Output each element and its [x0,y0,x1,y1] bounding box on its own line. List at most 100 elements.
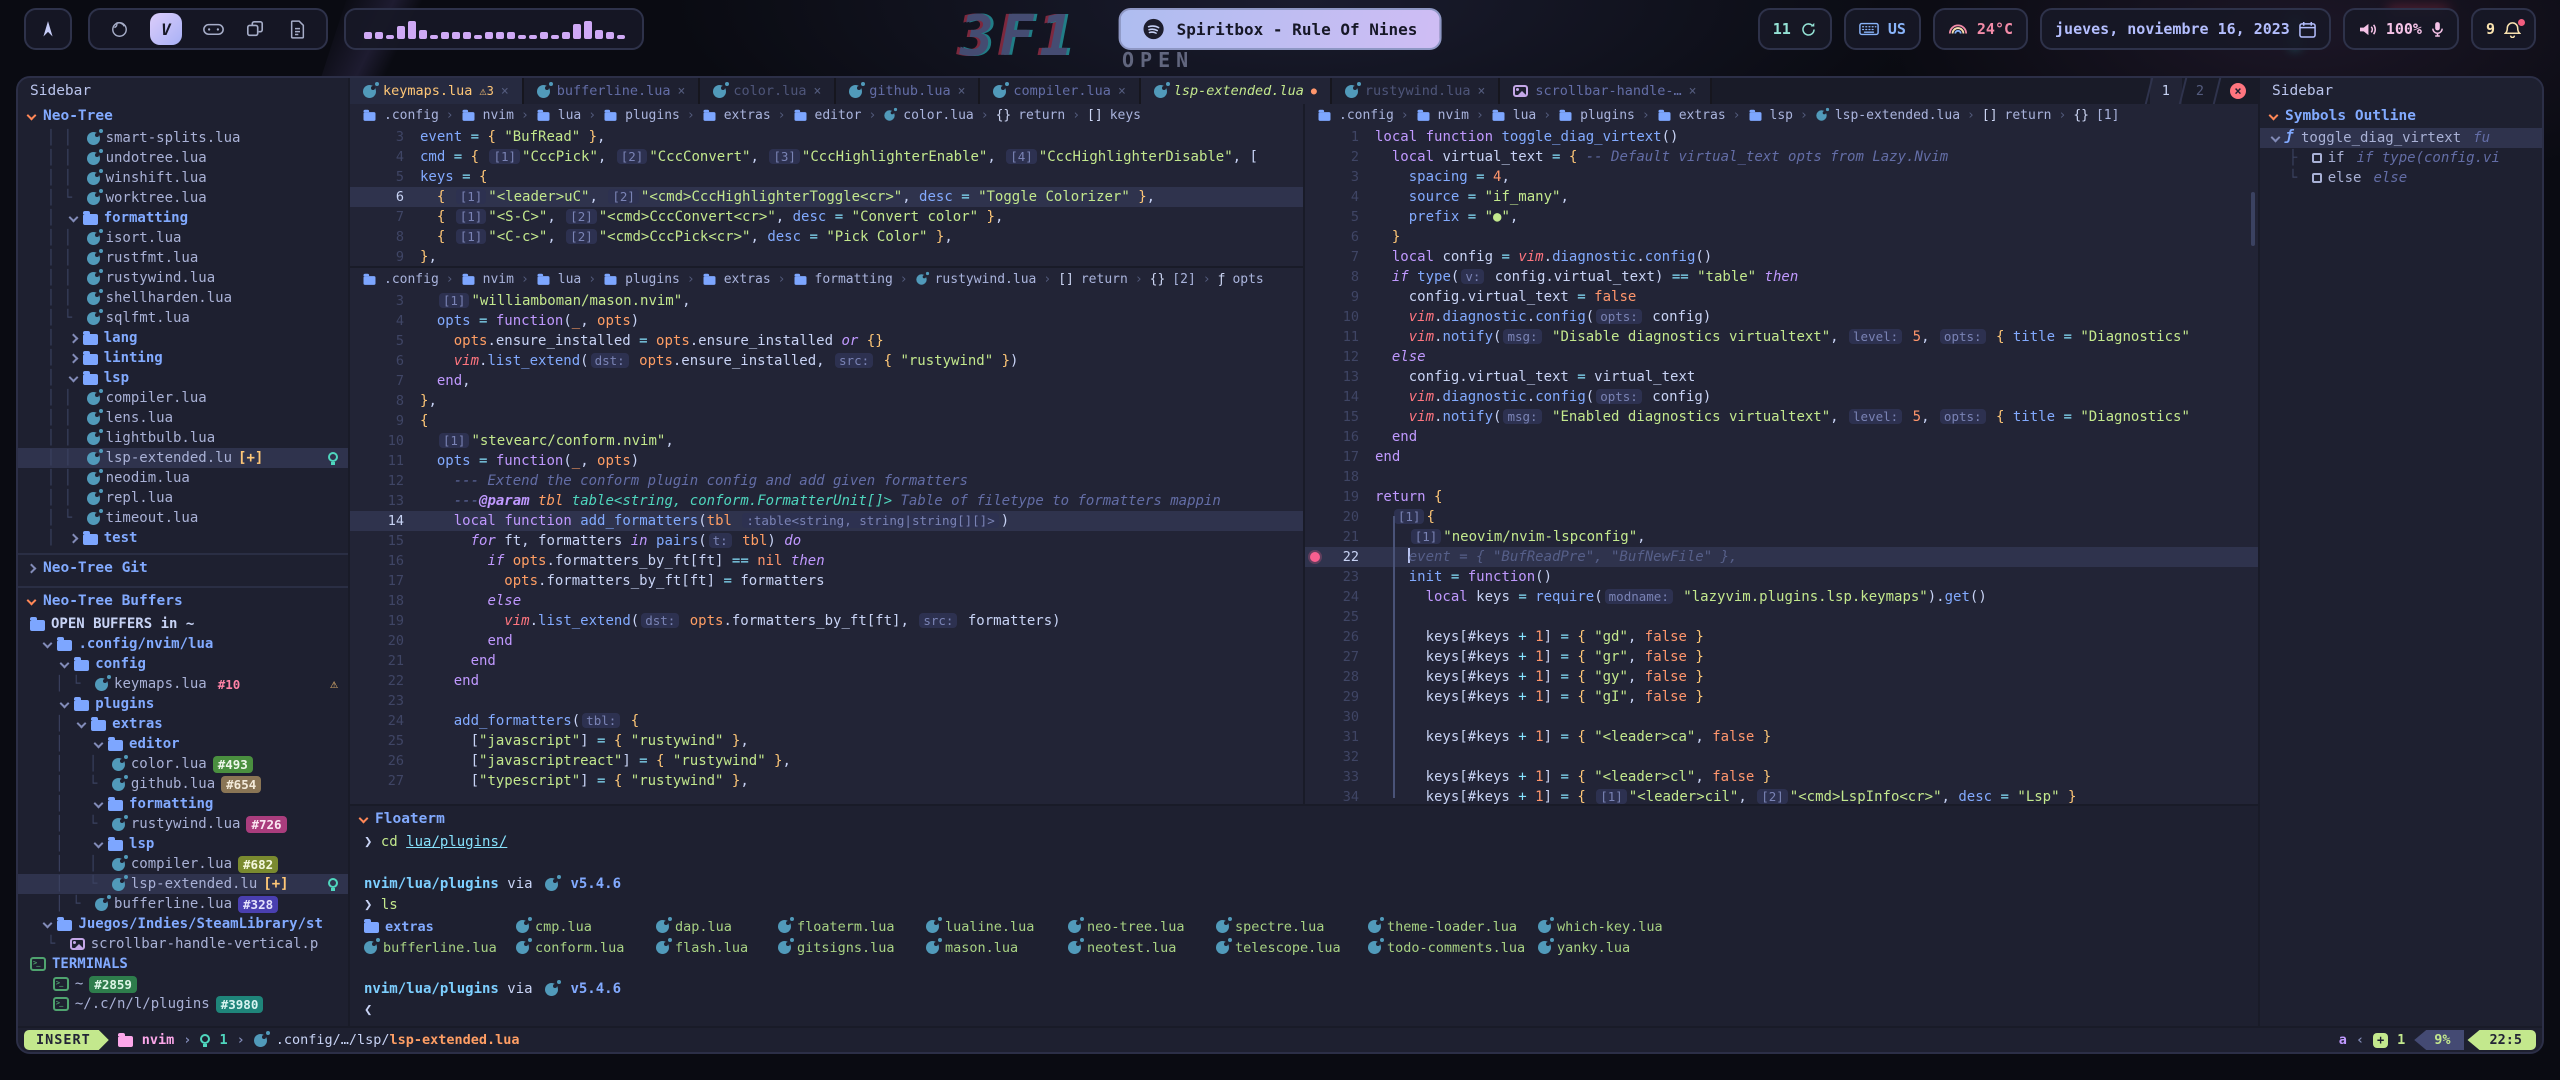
outline-row[interactable]: └ elseelse [2260,168,2542,188]
keyboard-layout-widget[interactable]: US [1844,8,1921,50]
buffer-row[interactable]: │ └ bufferline.lua#328 [18,894,348,914]
code-line[interactable]: 27 ["typescript"] = { "rustywind" }, [350,771,1303,791]
code-line[interactable]: 12 else [1305,347,2258,367]
code-line[interactable]: 14 vim.diagnostic.config(opts: config) [1305,387,2258,407]
code-line[interactable]: 5keys = { [350,167,1303,187]
outline-row[interactable]: toggle_diag_virtextfu [2260,128,2542,148]
code-line[interactable]: 19 vim.list_extend(dst: opts.formatters_… [350,611,1303,631]
code-line[interactable]: 17 opts.formatters_by_ft[ft] = formatter… [350,571,1303,591]
close-icon[interactable]: × [813,84,821,99]
editor-pane-rustywind-lua[interactable]: .config›nvim›lua›plugins›extras›formatti… [350,266,1303,804]
code-line[interactable]: 6 vim.list_extend(dst: opts.ensure_insta… [350,351,1303,371]
code-line[interactable]: 31 keys[#keys + 1] = { "<leader>ca", fal… [1305,727,2258,747]
buffer-row[interactable]: │ editor [18,734,348,754]
workspace-document[interactable] [286,18,308,40]
chevron-down-icon[interactable] [2271,132,2281,142]
code-line[interactable]: 5 opts.ensure_installed = opts.ensure_in… [350,331,1303,351]
tab-lsp-extended-lua[interactable]: lsp-extended.lua● [1141,78,1332,104]
section-neo-tree-buffers[interactable]: Neo-Tree Buffers [18,586,348,614]
code-line[interactable]: 13 ---@param tbl table<string, conform.F… [350,491,1303,511]
tab-keymaps-lua[interactable]: keymaps.lua⚠3× [350,78,524,104]
neotree-row[interactable]: │ │ rustfmt.lua [18,248,348,268]
buffer-row[interactable]: │ formatting [18,794,348,814]
code-line[interactable]: 33 keys[#keys + 1] = { "<leader>cl", fal… [1305,767,2258,787]
neotree-row[interactable]: │ linting [18,348,348,368]
code-line[interactable]: 15 for ft, formatters in pairs(t: tbl) d… [350,531,1303,551]
neotree-row[interactable]: │ │ lightbulb.lua [18,428,348,448]
buffer-row[interactable]: │ └ keymaps.lua#10⚠ [18,674,348,694]
buffer-row[interactable]: plugins [18,694,348,714]
code-line[interactable]: 3 spacing = 4, [1305,167,2258,187]
neotree-row[interactable]: │ └ timeout.lua [18,508,348,528]
chevron-down-icon[interactable] [94,838,104,848]
code-line[interactable]: 6 { [1]"<leader>uC", [2]"<cmd>CccHighlig… [350,187,1303,207]
buffer-row[interactable]: │ extras [18,714,348,734]
code-line[interactable]: 8 if type(v: config.virtual_text) == "ta… [1305,267,2258,287]
code-line[interactable]: 13 config.virtual_text = virtual_text [1305,367,2258,387]
code-line[interactable]: 24 local keys = require(modname: "lazyvi… [1305,587,2258,607]
buffer-row[interactable]: .config/nvim/lua [18,634,348,654]
workspace-firefox[interactable] [108,18,130,40]
code-line[interactable]: 7 local config = vim.diagnostic.config() [1305,247,2258,267]
code-line[interactable]: 14 local function add_formatters(tbl :ta… [350,511,1303,531]
chevron-down-icon[interactable] [94,738,104,748]
code-line[interactable]: 8 { [1]"<C-c>", [2]"<cmd>CccPick<cr>", d… [350,227,1303,247]
code-line[interactable]: 11 vim.notify(msg: "Disable diagnostics … [1305,327,2258,347]
code-line[interactable]: 30 [1305,707,2258,727]
chevron-right-icon[interactable] [68,333,78,343]
code-line[interactable]: 15 vim.notify(msg: "Enabled diagnostics … [1305,407,2258,427]
tab-github-lua[interactable]: github.lua× [836,78,980,104]
chevron-down-icon[interactable] [94,798,104,808]
workspace-gamepad[interactable] [202,18,224,40]
close-icon[interactable]: × [1478,84,1486,99]
launcher-button[interactable] [24,8,72,50]
chevron-down-icon[interactable] [43,638,53,648]
code-line[interactable]: 17end [1305,447,2258,467]
code-line[interactable]: 24 add_formatters(tbl: { [350,711,1303,731]
weather-widget[interactable]: 24°C [1933,8,2028,50]
code-line[interactable]: 10 [1]"stevearc/conform.nvim", [350,431,1303,451]
code-line[interactable]: 22 event = { "BufReadPre", "BufNewFile" … [1305,547,2258,567]
code-line[interactable]: 19return { [1305,487,2258,507]
buffer-row[interactable]: └ scrollbar-handle-vertical.p [18,934,348,954]
code-line[interactable]: 23 [350,691,1303,711]
section-symbols-outline[interactable]: Symbols Outline [2260,104,2542,128]
scrollbar-handle[interactable] [2251,192,2255,246]
section-neo-tree-git[interactable]: Neo-Tree Git [18,553,348,581]
tab-bufferline-lua[interactable]: bufferline.lua× [524,78,701,104]
neotree-row[interactable]: │ │ rustywind.lua [18,268,348,288]
neotree-row[interactable]: │ │ winshift.lua [18,168,348,188]
notifications-widget[interactable]: 9 [2471,8,2536,50]
code-line[interactable]: 16 end [1305,427,2258,447]
close-icon[interactable]: × [501,84,509,99]
chevron-right-icon[interactable] [68,533,78,543]
chevron-down-icon[interactable] [68,212,78,222]
chevron-down-icon[interactable] [68,372,78,382]
neotree-row[interactable]: │ │ compiler.lua [18,388,348,408]
neotree-row[interactable]: │ lang [18,328,348,348]
editor-pane-color-lua[interactable]: .config›nvim›lua›plugins›extras›editor›c… [350,104,1303,266]
audio-widget[interactable]: 100% [2343,8,2459,50]
code-line[interactable]: 8}, [350,391,1303,411]
neotree-row[interactable]: │ │ lsp-extended.lu[+] [18,448,348,468]
terminal-row[interactable]: TERMINALS [18,954,348,974]
buffer-row[interactable]: OPEN BUFFERS in ~ [18,614,348,634]
code-line[interactable]: 25 ["javascript"] = { "rustywind" }, [350,731,1303,751]
tab-color-lua[interactable]: color.lua× [700,78,836,104]
close-icon[interactable]: × [677,84,685,99]
workspace-windows[interactable] [244,18,266,40]
neotree-row[interactable]: │ │ repl.lua [18,488,348,508]
buffer-row[interactable]: │ │ color.lua#493 [18,754,348,774]
close-icon[interactable]: × [1689,84,1697,99]
chevron-right-icon[interactable] [68,353,78,363]
code-line[interactable]: 32 [1305,747,2258,767]
code-line[interactable]: 12 --- Extend the conform plugin config … [350,471,1303,491]
code-line[interactable]: 7 { [1]"<S-C>", [2]"<cmd>CccConvert<cr>"… [350,207,1303,227]
code-line[interactable]: 16 if opts.formatters_by_ft[ft] == nil t… [350,551,1303,571]
tabpage-1[interactable]: 1 [2150,78,2182,104]
section-neo-tree[interactable]: Neo-Tree [18,104,348,128]
code-line[interactable]: 1local function toggle_diag_virtext() [1305,127,2258,147]
close-icon[interactable]: × [1118,84,1126,99]
chevron-down-icon[interactable] [60,698,70,708]
buffer-row[interactable]: Juegos/Indies/SteamLibrary/st [18,914,348,934]
